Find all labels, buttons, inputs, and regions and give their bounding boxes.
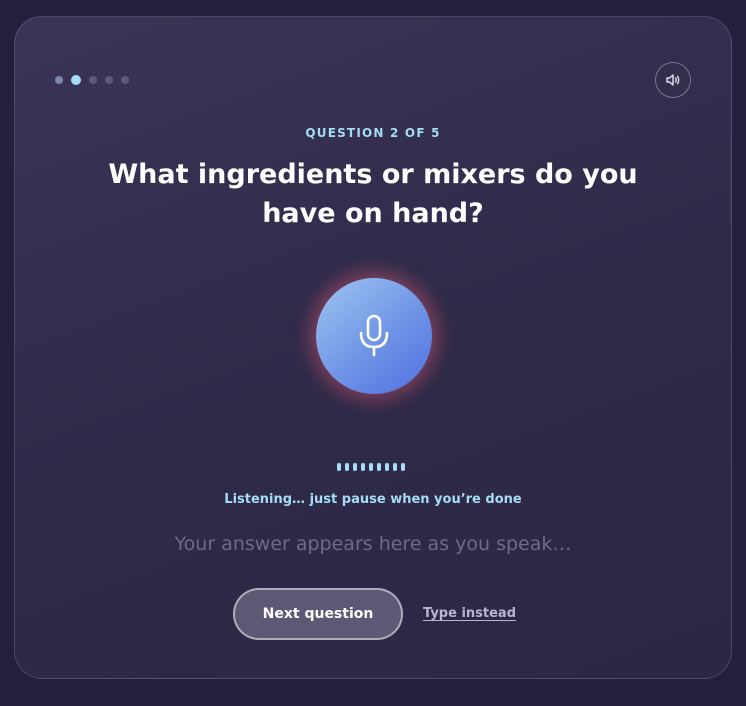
question-card: QUESTION 2 OF 5 What ingredients or mixe… xyxy=(14,16,732,679)
speaker-icon xyxy=(666,74,680,86)
listening-status: Listening… just pause when you’re done xyxy=(224,492,522,507)
progress-dot-4 xyxy=(105,76,113,84)
next-question-button[interactable]: Next question xyxy=(233,588,403,640)
waveform-bar xyxy=(353,463,357,471)
progress-dot-1 xyxy=(55,76,63,84)
waveform-bar xyxy=(401,463,405,471)
progress-dot-5 xyxy=(121,76,129,84)
transcript-placeholder: Your answer appears here as you speak… xyxy=(174,533,572,555)
waveform-bar xyxy=(361,463,365,471)
type-instead-link[interactable]: Type instead xyxy=(423,606,516,621)
progress-dots xyxy=(55,75,129,85)
microphone-button[interactable] xyxy=(316,278,432,394)
waveform-bar xyxy=(385,463,389,471)
microphone-icon xyxy=(359,314,389,357)
question-text: What ingredients or mixers do you have o… xyxy=(108,159,638,229)
audio-waveform xyxy=(337,463,405,471)
waveform-bar xyxy=(369,463,373,471)
sound-toggle-button[interactable] xyxy=(655,62,691,98)
question-counter: QUESTION 2 OF 5 xyxy=(305,126,441,140)
waveform-bar xyxy=(345,463,349,471)
progress-dot-2-current xyxy=(71,75,81,85)
progress-dot-3 xyxy=(89,76,97,84)
waveform-bar xyxy=(337,463,341,471)
waveform-bar xyxy=(393,463,397,471)
waveform-bar xyxy=(377,463,381,471)
